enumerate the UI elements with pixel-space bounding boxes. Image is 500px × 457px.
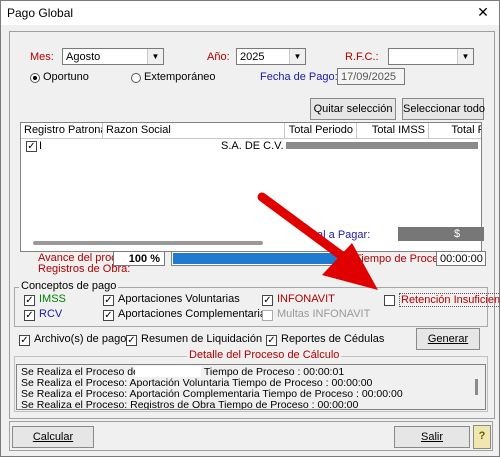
arrow-shaft	[257, 192, 347, 261]
annotation-arrow	[257, 192, 378, 290]
